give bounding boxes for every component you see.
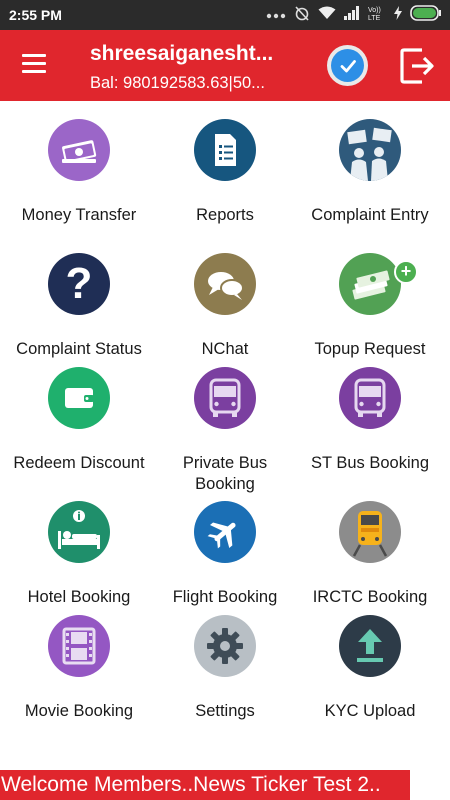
money-transfer-icon [48, 119, 110, 181]
reports-icon [194, 119, 256, 181]
tile-label: KYC Upload [324, 702, 416, 720]
menu-hamburger-icon[interactable] [22, 54, 48, 76]
upload-icon [339, 615, 401, 677]
status-time: 2:55 PM [9, 7, 62, 23]
hotel-icon [48, 501, 110, 563]
more-dots-icon [266, 6, 286, 24]
tile-label: Complaint Status [16, 340, 142, 358]
wallet-icon [48, 367, 110, 429]
status-bar: 2:55 PM Vo)) LTE [0, 0, 450, 30]
tile-label: Reports [196, 206, 254, 224]
private-bus-icon [194, 367, 256, 429]
chat-icon [194, 253, 256, 315]
tile-label: Complaint Entry [311, 206, 429, 224]
st-bus-icon [339, 367, 401, 429]
flight-icon [194, 501, 256, 563]
wifi-icon [318, 6, 336, 25]
question-icon: ? [48, 253, 110, 315]
train-icon [339, 501, 401, 563]
tile-label: Money Transfer [21, 206, 137, 224]
tile-label: Topup Request [314, 340, 426, 358]
alarm-off-icon [294, 5, 310, 26]
header-balance: Bal: 980192583.63|50... [90, 74, 265, 92]
svg-text:LTE: LTE [368, 15, 381, 21]
complaint-entry-icon [339, 119, 401, 181]
tile-label: NChat [201, 340, 249, 358]
status-icons: Vo)) LTE [266, 4, 442, 26]
news-ticker: Welcome Members..News Ticker Test 2.. [0, 770, 410, 800]
movie-film-icon [48, 615, 110, 677]
tile-label: Settings [195, 702, 255, 720]
tile-label: Movie Booking [24, 702, 134, 720]
tile-label: IRCTC Booking [312, 588, 428, 606]
topup-money-icon [339, 253, 401, 315]
battery-icon [410, 4, 442, 26]
logout-button[interactable] [398, 46, 436, 86]
svg-text:Vo)): Vo)) [368, 7, 381, 14]
tile-label: Flight Booking [172, 588, 278, 606]
svg-text:?: ? [66, 259, 93, 308]
settings-gear-icon [194, 615, 256, 677]
tile-label: Hotel Booking [27, 588, 131, 606]
volte-icon: Vo)) LTE [368, 5, 386, 26]
charging-icon [394, 5, 402, 25]
add-badge-icon: + [394, 260, 418, 284]
check-icon [331, 49, 364, 82]
tile-label: Redeem Discount [13, 454, 145, 472]
signal-icon [344, 5, 360, 25]
logout-icon [400, 48, 434, 84]
app-header: shreesaiganesht... Bal: 980192583.63|50.… [0, 30, 450, 101]
header-title: shreesaiganesht... [90, 42, 274, 65]
tile-label: ST Bus Booking [310, 454, 429, 472]
tile-label: Private Bus Booking [182, 454, 268, 493]
verified-check-button[interactable] [327, 45, 368, 86]
